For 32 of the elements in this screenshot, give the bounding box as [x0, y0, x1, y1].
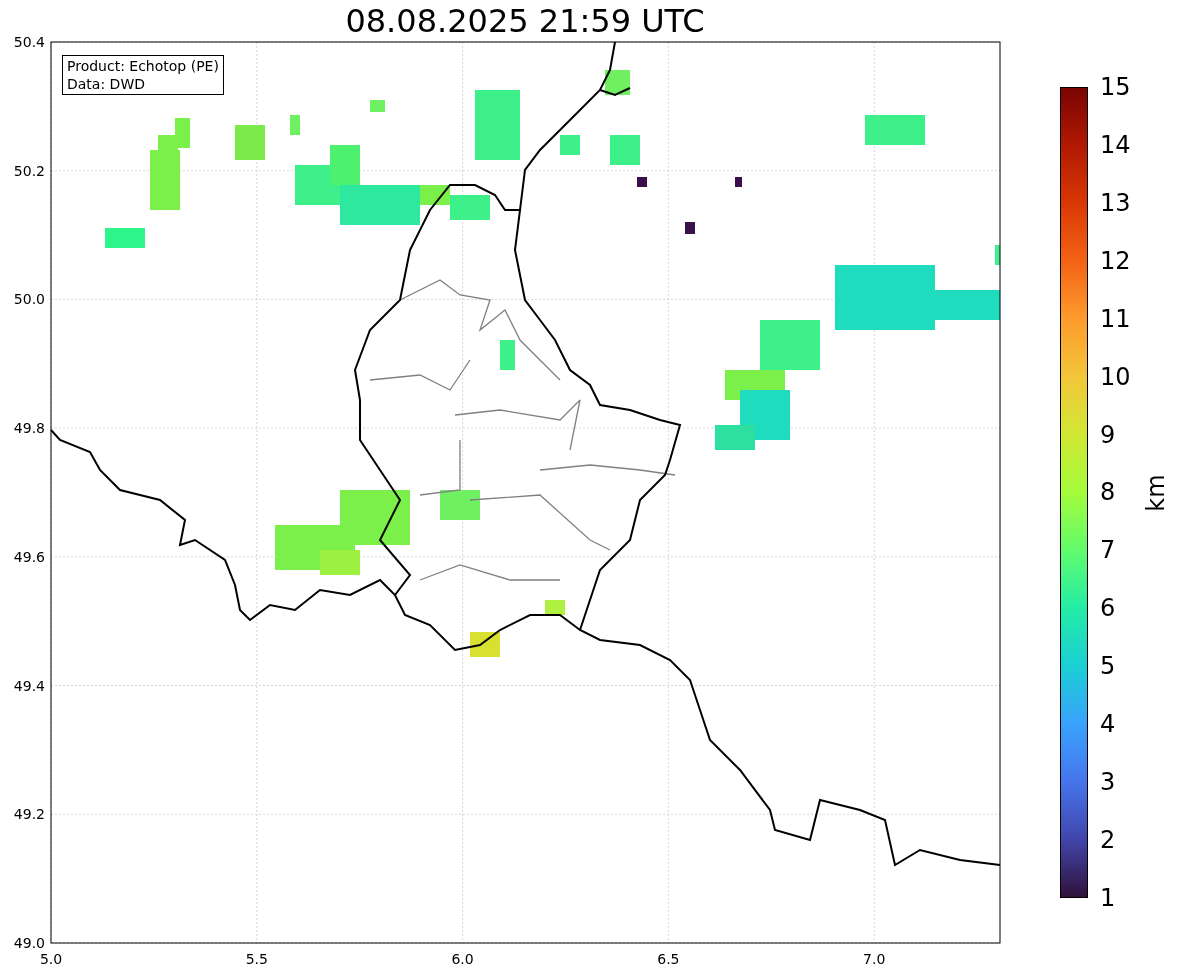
y-tick-label: 49.8	[13, 420, 45, 437]
x-tick-label: 7.0	[863, 951, 886, 967]
colorbar-tick-label: 11	[1100, 306, 1131, 331]
y-tick-label: 49.4	[13, 677, 45, 694]
colorbar-tick-label: 14	[1100, 132, 1131, 157]
y-tick-label: 49.6	[13, 548, 45, 565]
legend-text: Data: DWD	[67, 75, 146, 93]
colorbar-tick-label: 6	[1100, 596, 1116, 621]
x-tick-label: 5.5	[245, 951, 268, 967]
y-tick-label: 50.0	[13, 291, 45, 308]
x-tick-label: 6.5	[657, 951, 680, 967]
colorbar-label: km	[1143, 473, 1168, 512]
colorbar-tick-label: 2	[1100, 828, 1116, 852]
chart-title: 08.08.2025 21:59 UTC	[345, 5, 705, 37]
colorbar-tick-label: 5	[1100, 654, 1116, 679]
x-tick-label: 5.0	[39, 951, 63, 967]
x-tick-label: 6.0	[451, 951, 474, 967]
colorbar-tick-label: 4	[1100, 712, 1116, 737]
legend-text: Product: Echotop (PE)	[67, 57, 219, 75]
y-tick-label: 49.2	[13, 806, 45, 823]
y-tick-label: 50.4	[13, 34, 45, 50]
colorbar-tick-label: 7	[1100, 538, 1116, 563]
colorbar-tick-label: 13	[1100, 190, 1131, 215]
colorbar-tick-label: 1	[1100, 885, 1116, 910]
y-tick-label: 49.0	[13, 935, 45, 951]
colorbar-tick-label: 3	[1100, 770, 1116, 795]
colorbar-tick-label: 9	[1100, 422, 1116, 447]
colorbar-tick-label: 10	[1100, 364, 1131, 389]
colorbar-tick-label: 8	[1100, 480, 1116, 505]
colorbar-tick-label: 15	[1100, 75, 1131, 99]
y-tick-label: 50.2	[13, 162, 45, 179]
colorbar-tick-label: 12	[1100, 248, 1131, 273]
